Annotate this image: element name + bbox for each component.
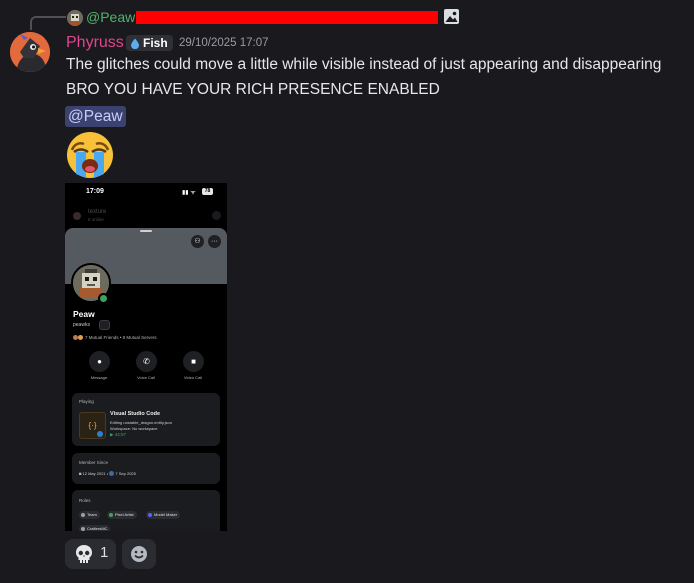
member-since-card: Member Since ◙ 12 May 2021 • 7 Sep 2025 [72, 453, 220, 484]
playing-detail-1: Editing unstable_dragon.entity.json [110, 420, 172, 425]
reply-author[interactable]: @Peaw [86, 9, 135, 25]
channel-name: texture [88, 209, 107, 215]
message-author[interactable]: Phyruss [66, 34, 124, 52]
vscode-small-icon [97, 431, 103, 437]
image-attachment[interactable]: 17:09 ▮▮ ᯤ 78 texture 6 online ⚇ ··· Pea… [65, 183, 227, 531]
redacted-reply-content [136, 11, 438, 24]
water-drop-icon [130, 38, 140, 49]
playing-detail-2: Workspace: No workspace [110, 426, 158, 431]
loudly-crying-face-emoji[interactable] [64, 130, 116, 180]
more-options-icon[interactable]: ··· [208, 235, 221, 248]
online-status-indicator [98, 293, 109, 304]
search-icon [212, 211, 221, 220]
reply-avatar-image [67, 10, 83, 26]
user-mention[interactable]: @Peaw [65, 106, 126, 127]
role-chip: Model Maker [146, 511, 181, 519]
playing-card: Playing {·} Visual Studio Code Editing u… [72, 393, 220, 446]
video-call-action-icon: ■ [183, 351, 204, 372]
reply-avatar[interactable] [67, 10, 83, 26]
message-action-label: Message [90, 375, 108, 380]
guild-tag-label: Fish [143, 36, 168, 50]
roles-label: Roles [79, 498, 91, 503]
signal-wifi-icon: ▮▮ ᯤ [182, 190, 196, 196]
mutual-servers: 8 Mutual Servers [122, 335, 157, 340]
message-line-2: BRO YOU HAVE YOUR RICH PRESENCE ENABLED [66, 81, 440, 98]
voice-call-action-label: Voice Call [137, 375, 155, 380]
status-time: 17:09 [86, 188, 104, 195]
message-action-icon: ● [89, 351, 110, 372]
add-friend-icon[interactable]: ⚇ [191, 235, 204, 248]
add-reaction-icon [130, 545, 148, 563]
video-call-action-label: Video Call [183, 375, 203, 380]
author-avatar[interactable] [10, 32, 50, 72]
member-since-label: Member Since [79, 460, 109, 465]
image-icon[interactable] [443, 8, 460, 25]
roles-card: Roles Team Pixel Artist Model Maker Craf… [72, 490, 220, 531]
role-chip: Team [79, 511, 100, 519]
skull-icon [74, 544, 94, 564]
reply-spine [30, 16, 66, 30]
member-since-dates: ◙ 12 May 2021 • 7 Sep 2025 [79, 471, 136, 477]
guild-tag[interactable]: Fish [126, 35, 173, 51]
voice-call-action-icon: ✆ [136, 351, 157, 372]
mutuals-row: 7 Mutual Friends • 8 Mutual Servers [73, 335, 157, 341]
sheet-handle[interactable] [140, 230, 152, 232]
profile-display-name: Peaw [73, 309, 95, 319]
profile-username: peawks [73, 322, 90, 328]
playing-label: Playing [79, 399, 94, 404]
username-badge-icon [99, 320, 110, 330]
role-chip: Pixel Artist [107, 511, 137, 519]
mutual-friends: 7 Mutual Friends [85, 335, 119, 340]
battery-level: 78 [202, 188, 213, 195]
skull-reaction-count: 1 [100, 544, 109, 561]
playing-app-name: Visual Studio Code [110, 411, 161, 417]
message-timestamp[interactable]: 29/10/2025 17:07 [179, 37, 269, 49]
role-chip: CraftersMC [79, 525, 111, 531]
playing-elapsed: ▶ 44:57 [110, 432, 126, 437]
message-line-1: The glitches could move a little while v… [66, 56, 662, 73]
channel-sub: 6 online [88, 217, 104, 222]
